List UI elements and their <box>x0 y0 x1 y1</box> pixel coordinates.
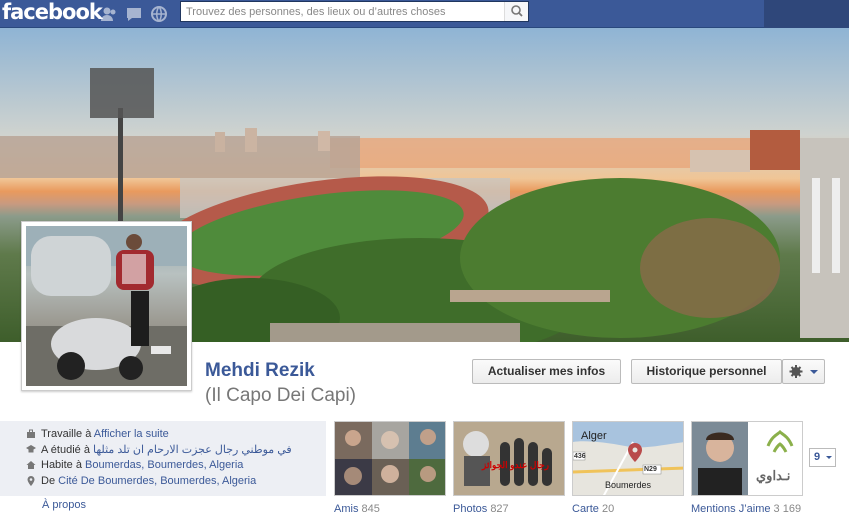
study-row: A étudié à في موطني رجال عجزت الارحام ان… <box>26 443 292 457</box>
profile-page: facebook Trouvez des personnes, des lieu… <box>0 0 849 531</box>
study-link[interactable]: في موطني رجال عجزت الارحام ان تلد مثلها <box>93 444 292 456</box>
map-city-bottom: Boumerdes <box>605 480 652 490</box>
activity-log-button[interactable]: Historique personnel <box>631 359 782 384</box>
profile-photo-scene <box>26 226 187 386</box>
photos-tile-caption: رجال عندو الجوائز <box>482 460 550 470</box>
likes-label-text: Mentions J’aime <box>691 503 771 515</box>
search-box[interactable]: Trouvez des personnes, des lieux ou d’au… <box>180 1 529 22</box>
lives-row: Habite à Boumerdas, Boumerdes, Algeria <box>26 459 243 473</box>
map-count: 20 <box>601 503 615 515</box>
map-city-top: Alger <box>581 430 607 442</box>
profile-picture[interactable] <box>21 221 192 391</box>
work-prefix: Travaille à <box>41 428 92 440</box>
gear-icon <box>789 365 803 378</box>
top-bar: facebook Trouvez des personnes, des lieu… <box>0 0 849 28</box>
friends-count: 845 <box>361 503 380 515</box>
photos-label-text: Photos <box>453 503 488 515</box>
search-icon <box>511 5 523 17</box>
lives-link[interactable]: Boumerdas, Boumerdes, Algeria <box>85 459 243 471</box>
lives-prefix: Habite à <box>41 459 82 471</box>
likes-tile-brand: نـداوي <box>756 468 791 483</box>
likes-thumbnail <box>692 422 794 495</box>
friends-icon[interactable] <box>99 4 119 24</box>
notifications-icon[interactable] <box>149 4 169 24</box>
photos-label[interactable]: Photos 827 <box>453 503 509 515</box>
map-tile[interactable]: Alger N29 436 Boumerdes <box>572 421 684 496</box>
topbar-account-area <box>764 0 849 28</box>
map-road-label: N29 <box>644 466 657 473</box>
alternate-name: (Il Capo Dei Capi) <box>205 385 356 406</box>
search-button[interactable] <box>504 2 528 21</box>
friends-label-text: Amis <box>334 503 359 515</box>
update-info-button[interactable]: Actualiser mes infos <box>472 359 621 384</box>
chevron-down-icon <box>810 370 818 374</box>
likes-tile[interactable]: نـداوي <box>691 421 803 496</box>
friends-collage <box>335 422 445 495</box>
map-label[interactable]: Carte 20 <box>572 503 614 515</box>
map-label-text: Carte <box>572 503 599 515</box>
intro-panel: Travaille à Afficher la suite A étudié à… <box>0 421 326 496</box>
study-prefix: A étudié à <box>41 444 90 456</box>
photos-thumbnail <box>454 422 564 495</box>
friends-tile[interactable] <box>334 421 446 496</box>
briefcase-icon <box>27 429 35 438</box>
friends-label[interactable]: Amis 845 <box>334 503 380 515</box>
more-apps-count: 9 <box>814 451 821 463</box>
photos-count: 827 <box>490 503 509 515</box>
from-row: De Cité De Boumerdes, Boumerdes, Algeria <box>26 475 256 489</box>
work-link[interactable]: Afficher la suite <box>94 428 169 440</box>
likes-count: 3 169 <box>773 503 802 515</box>
facebook-logo[interactable]: facebook <box>0 0 103 28</box>
map-road-label-2: 436 <box>574 453 586 460</box>
messages-icon[interactable] <box>124 4 144 24</box>
graduation-cap-icon <box>26 445 36 453</box>
photos-tile[interactable]: رجال عندو الجوائز <box>453 421 565 496</box>
location-pin-icon <box>27 476 35 486</box>
profile-name[interactable]: Mehdi Rezik <box>205 360 315 382</box>
search-input[interactable]: Trouvez des personnes, des lieux ou d’au… <box>186 6 445 18</box>
likes-label[interactable]: Mentions J’aime 3 169 <box>691 503 801 515</box>
more-apps-dropdown[interactable]: 9 <box>809 448 836 467</box>
chevron-down-icon <box>826 456 832 459</box>
home-icon <box>26 461 36 469</box>
work-row: Travaille à Afficher la suite <box>26 428 169 442</box>
from-link[interactable]: Cité De Boumerdes, Boumerdes, Algeria <box>58 475 256 487</box>
about-link[interactable]: À propos <box>42 499 86 511</box>
from-prefix: De <box>41 475 56 487</box>
settings-dropdown-button[interactable] <box>782 359 825 384</box>
profile-photo <box>26 226 187 386</box>
